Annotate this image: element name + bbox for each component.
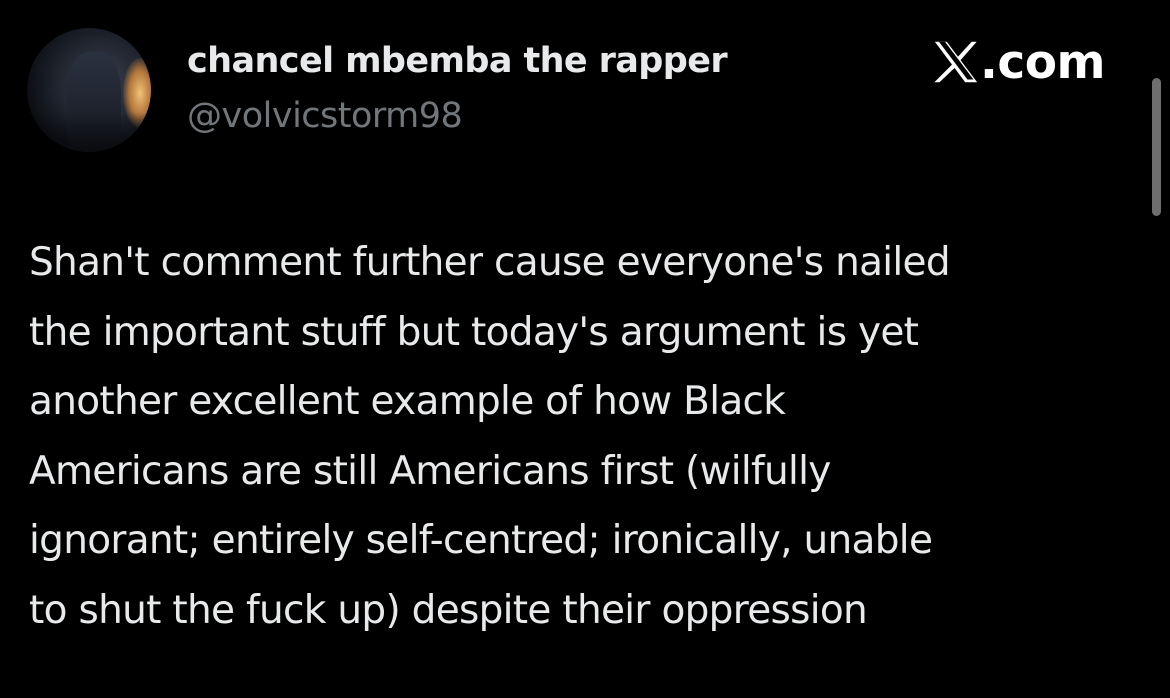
tweet-text-line: Shan't comment further cause everyone's …	[29, 240, 951, 285]
scrollbar-thumb[interactable]	[1152, 78, 1161, 216]
tweet-text: Shan't comment further cause everyone's …	[29, 228, 1139, 645]
tweet-text-line: to shut the fuck up) despite their oppre…	[29, 587, 868, 633]
brand-domain-text: .com	[980, 34, 1105, 90]
avatar[interactable]	[27, 28, 151, 152]
avatar-shadow	[27, 112, 151, 152]
tweet-text-line: the important stuff but today's argument…	[29, 309, 919, 355]
tweet-text-line: another excellent example of how Black	[29, 379, 786, 424]
brand-watermark: .com	[933, 31, 1105, 93]
author-display-name[interactable]: chancel mbemba the rapper	[187, 39, 728, 83]
x-logo-icon	[934, 41, 978, 83]
tweet-text-line: ignorant; entirely self-centred; ironica…	[29, 518, 933, 563]
author-handle[interactable]: @volvicstorm98	[187, 94, 463, 138]
tweet-text-line: Americans are still Americans first (wil…	[29, 448, 831, 494]
